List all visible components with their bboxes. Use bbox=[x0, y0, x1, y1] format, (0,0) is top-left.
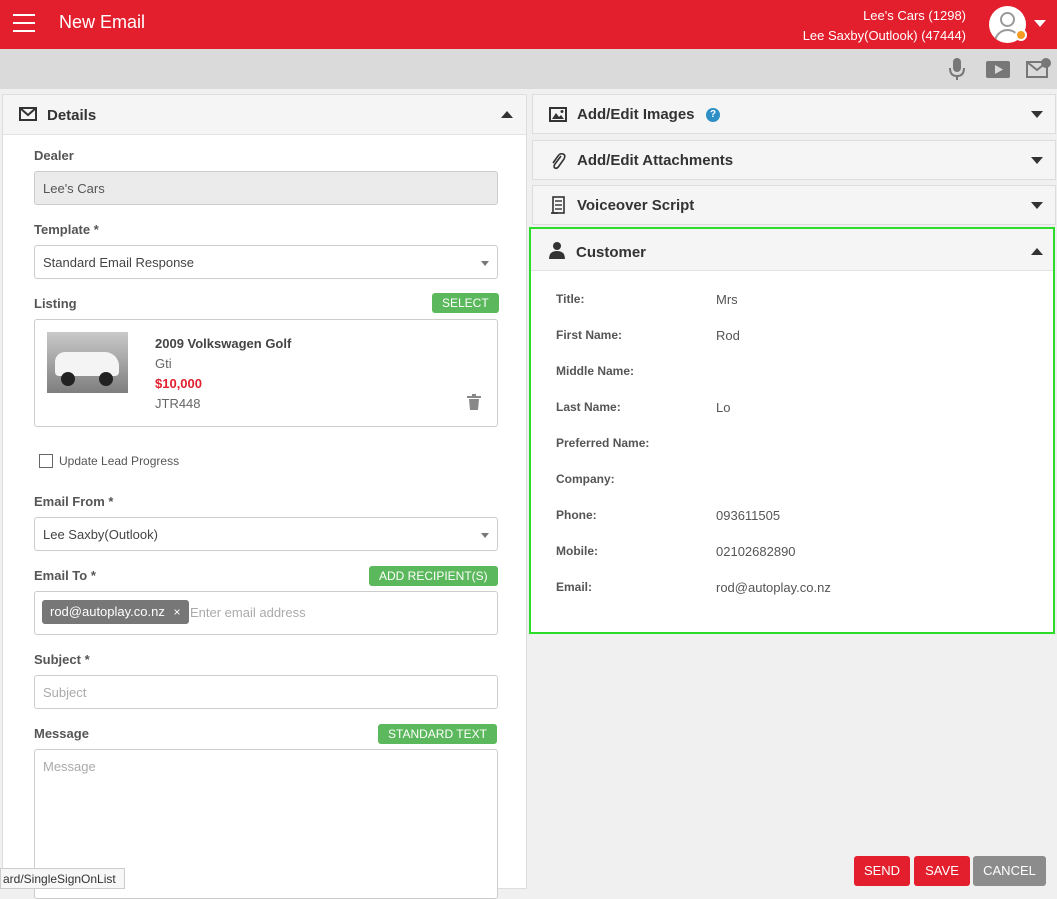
dealer-label: Dealer bbox=[34, 148, 74, 163]
template-select[interactable]: Standard Email Response bbox=[34, 245, 498, 279]
customer-email-label: Email: bbox=[556, 580, 593, 594]
video-icon[interactable] bbox=[985, 57, 1011, 81]
image-icon bbox=[549, 107, 567, 122]
listing-code: JTR448 bbox=[155, 396, 201, 411]
customer-title-label: Title: bbox=[556, 292, 585, 306]
envelope-icon bbox=[19, 107, 37, 121]
template-label: Template * bbox=[34, 222, 99, 237]
standard-text-button[interactable]: STANDARD TEXT bbox=[378, 724, 497, 744]
chevron-down-icon[interactable] bbox=[1034, 20, 1046, 27]
script-icon bbox=[551, 196, 565, 214]
update-lead-checkbox[interactable] bbox=[39, 454, 53, 468]
email-to-field[interactable]: rod@autoplay.co.nz × Enter email address bbox=[34, 591, 498, 635]
customer-preferred-name-label: Preferred Name: bbox=[556, 436, 650, 450]
chevron-down-icon[interactable] bbox=[1031, 111, 1043, 118]
message-placeholder: Message bbox=[43, 759, 96, 774]
update-lead-label: Update Lead Progress bbox=[59, 454, 180, 468]
customer-panel: Customer Title: Mrs First Name: Rod Midd… bbox=[529, 227, 1055, 634]
images-title: Add/Edit Images bbox=[577, 106, 695, 123]
subject-label: Subject * bbox=[34, 652, 90, 667]
images-section[interactable]: Add/Edit Images ? bbox=[532, 94, 1056, 134]
message-label: Message bbox=[34, 726, 89, 741]
add-recipient-button[interactable]: ADD RECIPIENT(S) bbox=[369, 566, 498, 586]
chevron-down-icon[interactable] bbox=[1031, 202, 1043, 209]
listing-title: 2009 Volkswagen Golf bbox=[155, 336, 292, 351]
select-listing-button[interactable]: SELECT bbox=[432, 293, 499, 313]
dealer-value: Lee's Cars bbox=[43, 181, 105, 196]
customer-phone-label: Phone: bbox=[556, 508, 597, 522]
details-title: Details bbox=[47, 107, 97, 124]
voiceover-title: Voiceover Script bbox=[577, 197, 695, 214]
template-value: Standard Email Response bbox=[43, 255, 195, 270]
customer-phone-value: 093611505 bbox=[716, 508, 781, 523]
car-image bbox=[47, 332, 128, 393]
email-settings-icon[interactable] bbox=[1026, 57, 1052, 81]
page-title: New Email bbox=[59, 12, 146, 32]
chevron-up-icon[interactable] bbox=[1031, 248, 1043, 255]
listing-variant: Gti bbox=[155, 356, 172, 371]
details-panel: Details Dealer Lee's Cars Template * Sta… bbox=[2, 94, 527, 899]
listing-price: $10,000 bbox=[155, 376, 202, 391]
customer-last-name-label: Last Name: bbox=[556, 400, 621, 414]
paperclip-icon bbox=[552, 152, 566, 170]
customer-header[interactable]: Customer bbox=[531, 229, 1053, 271]
microphone-icon[interactable] bbox=[944, 57, 970, 81]
customer-last-name-value: Lo bbox=[716, 400, 731, 415]
customer-first-name-value: Rod bbox=[716, 328, 740, 343]
trash-icon[interactable] bbox=[467, 394, 481, 410]
customer-company-label: Company: bbox=[556, 472, 615, 486]
details-header[interactable]: Details bbox=[3, 95, 526, 135]
email-to-placeholder[interactable]: Enter email address bbox=[190, 605, 306, 620]
customer-middle-name-label: Middle Name: bbox=[556, 364, 635, 378]
user-line: Lee Saxby(Outlook) (47444) bbox=[802, 28, 966, 43]
select-caret-icon bbox=[481, 533, 489, 538]
status-dot-icon bbox=[1015, 29, 1027, 41]
attachments-section[interactable]: Add/Edit Attachments bbox=[532, 140, 1056, 180]
customer-first-name-label: First Name: bbox=[556, 328, 623, 342]
recipient-chip: rod@autoplay.co.nz × bbox=[42, 600, 189, 624]
cancel-button[interactable]: CANCEL bbox=[973, 856, 1046, 886]
save-button[interactable]: SAVE bbox=[914, 856, 970, 886]
customer-email-value: rod@autoplay.co.nz bbox=[716, 580, 831, 595]
customer-title: Customer bbox=[576, 244, 647, 261]
close-icon[interactable]: × bbox=[173, 605, 180, 619]
dealer-line: Lee's Cars (1298) bbox=[863, 8, 966, 23]
listing-label: Listing bbox=[34, 296, 77, 311]
user-icon bbox=[549, 242, 565, 259]
subject-input[interactable]: Subject bbox=[34, 675, 498, 709]
chevron-down-icon[interactable] bbox=[1031, 157, 1043, 164]
send-button[interactable]: SEND bbox=[854, 856, 910, 886]
menu-icon[interactable] bbox=[13, 14, 35, 32]
dealer-field: Lee's Cars bbox=[34, 171, 498, 205]
customer-mobile-label: Mobile: bbox=[556, 544, 598, 558]
status-url: ard/SingleSignOnList bbox=[0, 868, 125, 889]
help-icon[interactable]: ? bbox=[706, 108, 720, 122]
user-info[interactable]: Lee's Cars (1298) Lee Saxby(Outlook) (47… bbox=[803, 6, 966, 46]
chevron-up-icon[interactable] bbox=[501, 111, 513, 118]
recipient-chip-text: rod@autoplay.co.nz bbox=[50, 604, 165, 619]
listing-card: 2009 Volkswagen Golf Gti $10,000 JTR448 bbox=[34, 319, 498, 427]
email-from-select[interactable]: Lee Saxby(Outlook) bbox=[34, 517, 498, 551]
customer-title-value: Mrs bbox=[716, 292, 738, 307]
toolbar bbox=[0, 49, 1057, 89]
email-from-value: Lee Saxby(Outlook) bbox=[43, 527, 158, 542]
subject-placeholder: Subject bbox=[43, 685, 87, 700]
email-to-label: Email To * bbox=[34, 568, 96, 583]
attachments-title: Add/Edit Attachments bbox=[577, 152, 734, 169]
select-caret-icon bbox=[481, 261, 489, 266]
customer-mobile-value: 02102682890 bbox=[716, 544, 796, 559]
voiceover-section[interactable]: Voiceover Script bbox=[532, 185, 1056, 225]
email-from-label: Email From * bbox=[34, 494, 114, 509]
top-bar: New Email Lee's Cars (1298) Lee Saxby(Ou… bbox=[0, 0, 1057, 49]
